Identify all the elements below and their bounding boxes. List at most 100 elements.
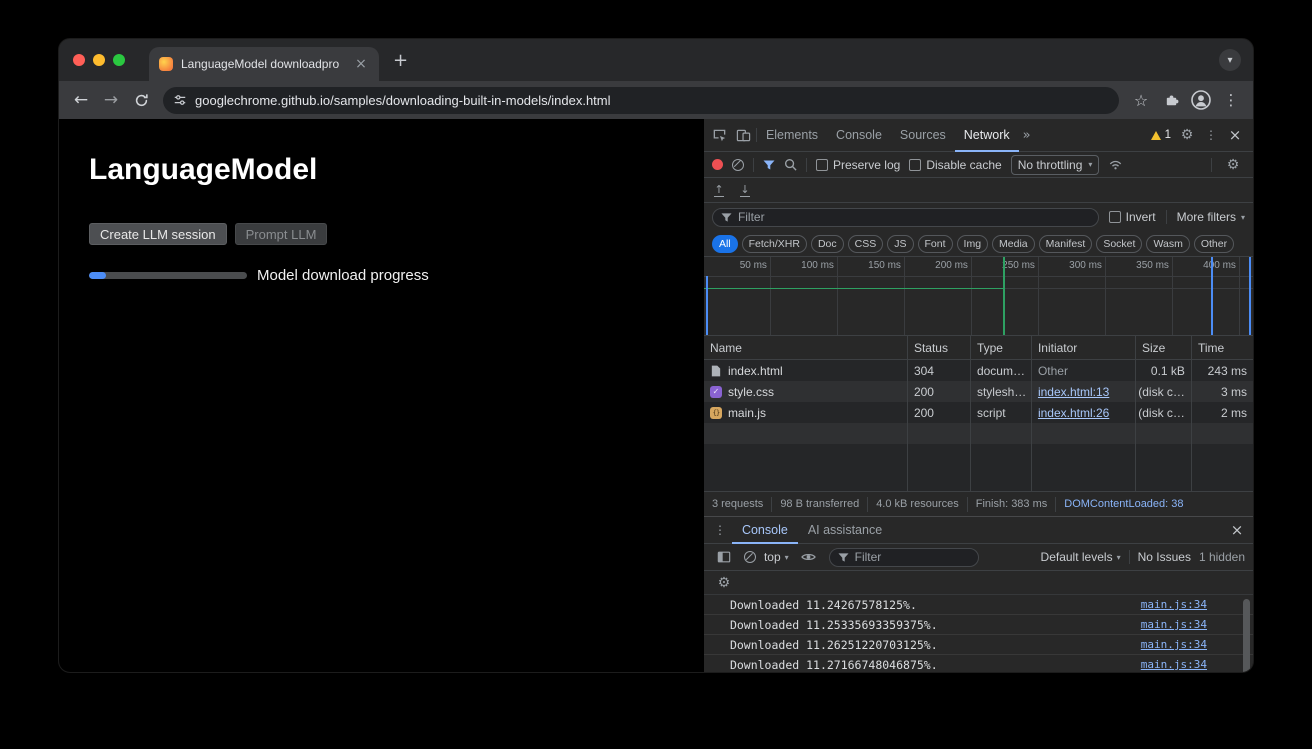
column-header-time[interactable]: Time — [1192, 336, 1253, 359]
console-filter-input[interactable] — [829, 548, 979, 567]
initiator-link[interactable]: index.html:26 — [1038, 406, 1109, 420]
console-sidebar-icon[interactable] — [712, 545, 736, 569]
forward-icon[interactable]: → — [97, 86, 125, 114]
devtools-menu-icon[interactable]: ⋮ — [1199, 123, 1223, 147]
hidden-messages-count[interactable]: 1 hidden — [1199, 550, 1245, 564]
bookmark-star-icon[interactable]: ☆ — [1127, 86, 1155, 114]
throttling-select[interactable]: No throttling ▾ — [1011, 155, 1100, 175]
inspect-element-icon[interactable] — [708, 123, 732, 147]
close-window-button[interactable] — [73, 54, 85, 66]
chip-socket[interactable]: Socket — [1096, 235, 1142, 253]
message-source-link[interactable]: main.js:34 — [1141, 618, 1207, 631]
console-filter-field[interactable] — [855, 550, 970, 564]
drawer-close-icon[interactable]: × — [1225, 518, 1249, 542]
record-network-log-icon[interactable] — [712, 159, 723, 170]
drawer-menu-icon[interactable]: ⋮ — [708, 518, 732, 542]
empty-table-row — [704, 423, 1253, 444]
profile-avatar[interactable] — [1187, 86, 1215, 114]
column-header-name[interactable]: Name — [704, 336, 908, 359]
reload-icon[interactable] — [127, 86, 155, 114]
create-llm-session-button[interactable]: Create LLM session — [89, 223, 227, 245]
timeline-label: 300 ms — [1069, 257, 1105, 335]
issues-warning[interactable]: 1 — [1147, 129, 1175, 141]
chip-other[interactable]: Other — [1194, 235, 1234, 253]
extensions-icon[interactable] — [1157, 86, 1185, 114]
chip-img[interactable]: Img — [957, 235, 989, 253]
finish-time: Finish: 383 ms — [968, 497, 1057, 512]
console-context-select[interactable]: top ▾ — [764, 550, 789, 564]
network-conditions-icon[interactable] — [1108, 157, 1123, 172]
chip-manifest[interactable]: Manifest — [1039, 235, 1093, 253]
zoom-window-button[interactable] — [113, 54, 125, 66]
chip-media[interactable]: Media — [992, 235, 1035, 253]
filter-toggle-icon[interactable] — [763, 159, 775, 171]
network-filter-input[interactable] — [712, 208, 1099, 227]
table-row[interactable]: index.html 304 docum… Other 0.1 kB 243 m… — [704, 360, 1253, 381]
invert-checkbox[interactable]: Invert — [1109, 210, 1156, 224]
column-header-status[interactable]: Status — [908, 336, 971, 359]
clear-console-icon[interactable] — [744, 551, 756, 563]
console-scrollbar[interactable] — [1243, 599, 1250, 673]
no-issues-label[interactable]: No Issues — [1138, 550, 1191, 564]
tab-sources[interactable]: Sources — [891, 119, 955, 152]
devtools-tabbar: Elements Console Sources Network » 1 ⚙ ⋮… — [704, 119, 1253, 152]
browser-tab[interactable]: LanguageModel downloadpro × — [149, 47, 379, 81]
tab-search-button[interactable]: ▾ — [1219, 49, 1241, 71]
chip-doc[interactable]: Doc — [811, 235, 844, 253]
network-overview-timeline[interactable]: 50 ms 100 ms 150 ms 200 ms 250 ms 300 ms… — [704, 257, 1253, 336]
live-expression-eye-icon[interactable] — [797, 545, 821, 569]
device-toolbar-icon[interactable] — [732, 123, 756, 147]
browser-menu-icon[interactable]: ⋮ — [1217, 86, 1245, 114]
column-header-initiator[interactable]: Initiator — [1032, 336, 1136, 359]
tab-close-icon[interactable]: × — [353, 56, 369, 72]
chip-font[interactable]: Font — [918, 235, 953, 253]
message-text: Downloaded 11.24267578125%. — [730, 598, 1141, 612]
new-tab-button[interactable]: + — [379, 50, 422, 71]
more-filters-label: More filters — [1177, 210, 1236, 224]
divider — [1166, 210, 1167, 224]
chip-wasm[interactable]: Wasm — [1146, 235, 1189, 253]
devtools-close-icon[interactable]: × — [1223, 123, 1247, 147]
network-controls: Preserve log Disable cache No throttling… — [704, 152, 1253, 178]
tab-favicon-icon — [159, 57, 173, 71]
message-source-link[interactable]: main.js:34 — [1141, 658, 1207, 671]
network-filter-field[interactable] — [738, 210, 1090, 224]
drawer-tab-console[interactable]: Console — [732, 517, 798, 544]
tab-network[interactable]: Network — [955, 119, 1019, 152]
back-icon[interactable]: ← — [67, 86, 95, 114]
chip-all[interactable]: All — [712, 235, 738, 253]
console-settings-icon[interactable]: ⚙ — [712, 571, 736, 595]
site-info-icon[interactable] — [173, 93, 187, 107]
table-row[interactable]: ✓ style.css 200 stylesh… index.html:13 (… — [704, 381, 1253, 402]
message-source-link[interactable]: main.js:34 — [1141, 598, 1207, 611]
disable-cache-checkbox[interactable]: Disable cache — [909, 158, 1001, 172]
column-header-size[interactable]: Size — [1136, 336, 1192, 359]
network-settings-icon[interactable]: ⚙ — [1221, 153, 1245, 177]
initiator-link[interactable]: index.html:13 — [1038, 385, 1109, 399]
log-levels-select[interactable]: Default levels ▾ — [1041, 550, 1121, 564]
chip-fetch-xhr[interactable]: Fetch/XHR — [742, 235, 807, 253]
clear-network-log-icon[interactable] — [732, 159, 744, 171]
page-title: LanguageModel — [89, 153, 704, 187]
devtools-settings-icon[interactable]: ⚙ — [1175, 123, 1199, 147]
address-bar[interactable]: googlechrome.github.io/samples/downloadi… — [163, 87, 1119, 114]
tab-console[interactable]: Console — [827, 119, 891, 152]
more-filters-dropdown[interactable]: More filters ▾ — [1177, 210, 1245, 224]
chip-css[interactable]: CSS — [848, 235, 884, 253]
table-row[interactable]: {} main.js 200 script index.html:26 (dis… — [704, 402, 1253, 423]
export-har-icon[interactable]: ↑ — [714, 184, 724, 197]
minimize-window-button[interactable] — [93, 54, 105, 66]
preserve-log-checkbox[interactable]: Preserve log — [816, 158, 900, 172]
chip-js[interactable]: JS — [887, 235, 913, 253]
network-search-icon[interactable] — [784, 158, 797, 171]
import-har-icon[interactable]: ↓ — [740, 184, 750, 197]
column-header-type[interactable]: Type — [971, 336, 1032, 359]
more-tabs-icon[interactable]: » — [1019, 128, 1035, 143]
window-content: LanguageModel Create LLM session Prompt … — [59, 119, 1253, 672]
tab-elements[interactable]: Elements — [757, 119, 827, 152]
console-message: Downloaded 11.25335693359375%. main.js:3… — [704, 615, 1253, 635]
request-status: 304 — [908, 360, 971, 381]
message-source-link[interactable]: main.js:34 — [1141, 638, 1207, 651]
message-text: Downloaded 11.26251220703125%. — [730, 638, 1141, 652]
drawer-tab-ai-assistance[interactable]: AI assistance — [798, 517, 892, 544]
